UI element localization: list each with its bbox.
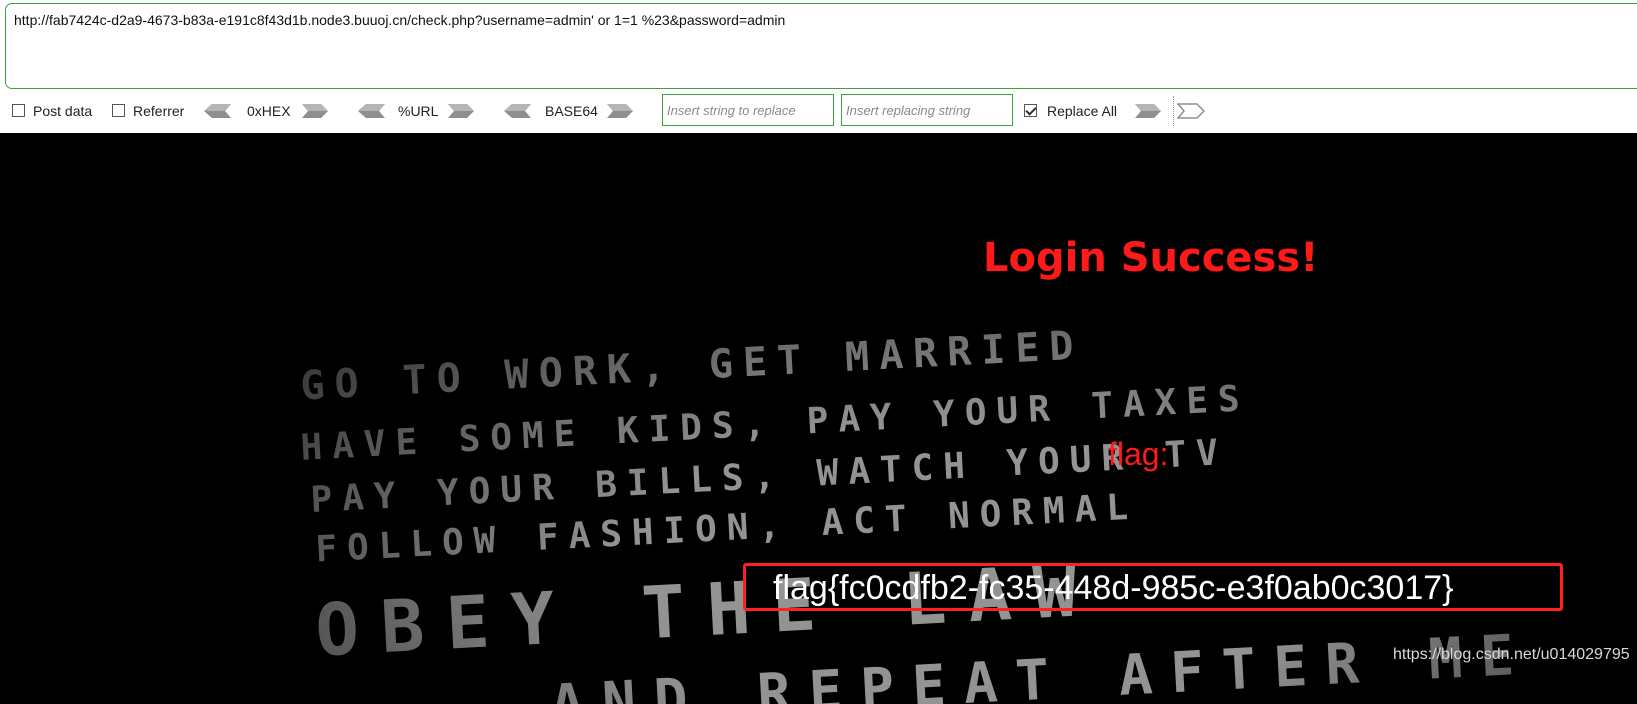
referrer-checkbox[interactable] (112, 104, 125, 117)
post-data-checkbox[interactable] (12, 104, 25, 117)
login-success-heading: Login Success! (983, 235, 1319, 281)
replace-field-wrapper (662, 94, 834, 126)
url-encode-arrow-icon[interactable] (447, 103, 475, 119)
toolbar-separator (1173, 96, 1174, 126)
hex-label: 0xHEX (247, 103, 291, 119)
flag-value: flag{fc0cdfb2-fc35-448d-985c-e3f0ab0c301… (773, 569, 1454, 607)
flag-label: flag: (1108, 436, 1169, 472)
csdn-watermark: https://blog.csdn.net/u014029795 (1393, 646, 1630, 663)
hex-encode-arrow-icon[interactable] (301, 103, 329, 119)
base64-decode-arrow-icon[interactable] (504, 103, 532, 119)
replace-arrow-icon[interactable] (1134, 103, 1162, 119)
replacing-string-input[interactable] (842, 95, 1012, 125)
url-text[interactable]: http://fab7424c-d2a9-4673-b83a-e191c8f43… (14, 12, 785, 28)
base64-encode-arrow-icon[interactable] (606, 103, 634, 119)
replace-selection-arrow-icon[interactable] (1177, 103, 1205, 119)
referrer-label[interactable]: Referrer (133, 103, 184, 119)
replace-all-checkbox[interactable] (1024, 104, 1037, 117)
replacing-field-wrapper (841, 94, 1013, 126)
hex-decode-arrow-icon[interactable] (204, 103, 232, 119)
string-to-replace-input[interactable] (663, 95, 833, 125)
replace-all-label[interactable]: Replace All (1047, 103, 1117, 119)
url-label: %URL (398, 103, 439, 119)
hackbar-toolbar: Post data Referrer 0xHEX %URL BASE64 Rep… (0, 94, 1637, 128)
post-data-label[interactable]: Post data (33, 103, 92, 119)
background-image: GO TO WORK, GET MARRIED HAVE SOME KIDS, … (299, 323, 1533, 704)
url-decode-arrow-icon[interactable] (358, 103, 386, 119)
base64-label: BASE64 (545, 103, 598, 119)
url-textarea[interactable]: http://fab7424c-d2a9-4673-b83a-e191c8f43… (5, 3, 1637, 89)
page-viewport: GO TO WORK, GET MARRIED HAVE SOME KIDS, … (0, 133, 1637, 704)
